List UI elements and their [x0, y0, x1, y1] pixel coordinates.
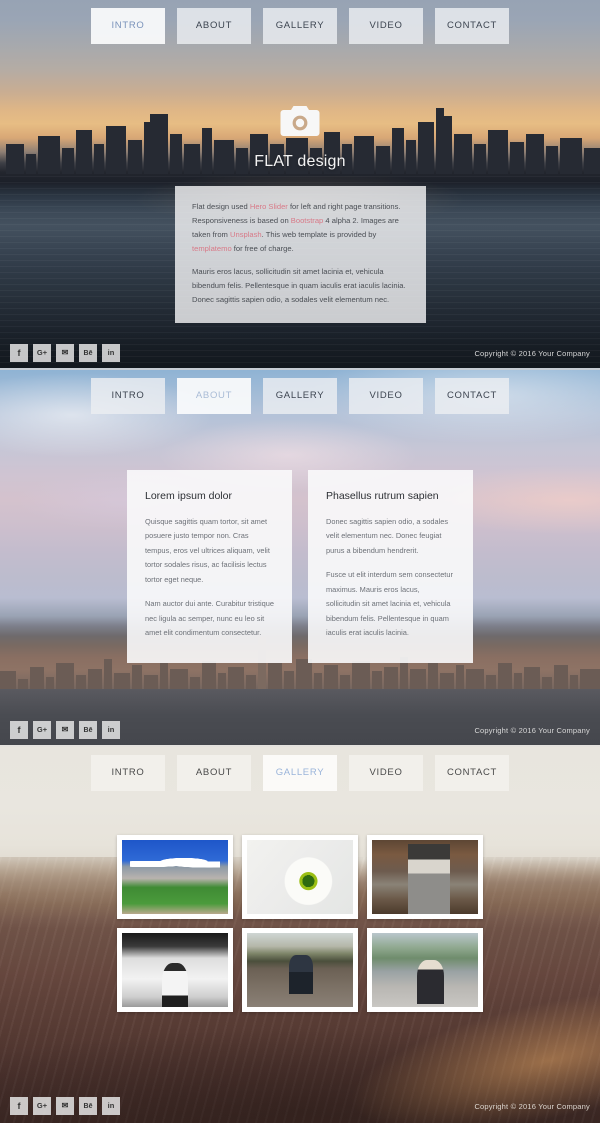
copyright-text: Copyright © 2016 Your Company [474, 1101, 590, 1111]
google-plus-icon[interactable]: G+ [33, 1097, 51, 1115]
nav-item-gallery[interactable]: GALLERY [263, 378, 337, 414]
footer-about: f G+ ✉ Bē in Copyright © 2016 Your Compa… [0, 713, 600, 747]
behance-icon[interactable]: Bē [79, 721, 97, 739]
social-links: f G+ ✉ Bē in [10, 721, 120, 739]
intro-text-4: . This web template is provided by [261, 230, 377, 240]
intro-paragraph-1: Flat design used Hero Slider for left an… [192, 200, 409, 256]
gallery-item-art-gallery[interactable] [117, 928, 233, 1012]
facebook-icon[interactable]: f [10, 721, 28, 739]
daisy-photo [247, 840, 353, 914]
navbar-gallery: INTRO ABOUT GALLERY VIDEO CONTACT [0, 755, 600, 791]
section-divider-2 [0, 745, 600, 747]
about-card-right: Phasellus rutrum sapien Donec sagittis s… [308, 470, 473, 663]
nav-item-contact[interactable]: CONTACT [435, 8, 509, 44]
section-about: INTRO ABOUT GALLERY VIDEO CONTACT Lorem … [0, 370, 600, 747]
section-intro: INTRO ABOUT GALLERY VIDEO CONTACT FLAT d… [0, 0, 600, 370]
card-paragraph-1: Donec sagittis sapien odio, a sodales ve… [326, 517, 449, 555]
social-links: f G+ ✉ Bē in [10, 1097, 120, 1115]
facebook-icon[interactable]: f [10, 1097, 28, 1115]
twitter-icon[interactable]: ✉ [56, 1097, 74, 1115]
twitter-icon[interactable]: ✉ [56, 721, 74, 739]
navbar-intro: INTRO ABOUT GALLERY VIDEO CONTACT [0, 8, 600, 44]
market-photo [372, 840, 478, 914]
card-title: Phasellus rutrum sapien [326, 490, 439, 502]
hero-content: FLAT design [0, 104, 600, 171]
google-plus-icon[interactable]: G+ [33, 721, 51, 739]
linkedin-icon[interactable]: in [102, 344, 120, 362]
bicycle-photo [247, 933, 353, 1007]
nav-item-intro[interactable]: INTRO [91, 755, 165, 791]
hero-title: FLAT design [254, 153, 346, 170]
card-paragraph-1: Quisque sagittis quam tortor, sit amet p… [145, 517, 270, 584]
camera-icon [279, 104, 321, 138]
nav-item-video[interactable]: VIDEO [349, 755, 423, 791]
behance-icon[interactable]: Bē [79, 344, 97, 362]
nav-item-about[interactable]: ABOUT [177, 755, 251, 791]
card-title: Lorem ipsum dolor [145, 490, 232, 502]
intro-text-panel: Flat design used Hero Slider for left an… [175, 186, 426, 324]
section-divider-1 [0, 368, 600, 370]
stadium-photo [122, 840, 228, 914]
behance-icon[interactable]: Bē [79, 1097, 97, 1115]
nav-item-video[interactable]: VIDEO [349, 8, 423, 44]
about-cards: Lorem ipsum dolor Quisque sagittis quam … [0, 470, 600, 663]
facebook-icon[interactable]: f [10, 344, 28, 362]
link-templatemo[interactable]: templatemo [192, 244, 232, 253]
link-hero-slider[interactable]: Hero Slider [250, 202, 288, 211]
navbar-about: INTRO ABOUT GALLERY VIDEO CONTACT [0, 378, 600, 414]
nav-item-contact[interactable]: CONTACT [435, 755, 509, 791]
intro-text-1: Flat design used [192, 202, 250, 211]
link-bootstrap[interactable]: Bootstrap [291, 216, 324, 225]
copyright-text: Copyright © 2016 Your Company [474, 725, 590, 735]
nav-item-about[interactable]: ABOUT [177, 8, 251, 44]
nav-item-gallery[interactable]: GALLERY [263, 8, 337, 44]
page: INTRO ABOUT GALLERY VIDEO CONTACT FLAT d… [0, 0, 600, 1123]
google-plus-icon[interactable]: G+ [33, 344, 51, 362]
footer-intro: f G+ ✉ Bē in Copyright © 2016 Your Compa… [0, 336, 600, 370]
card-paragraph-2: Nam auctor dui ante. Curabitur tristique… [145, 599, 274, 638]
street-photo [372, 933, 478, 1007]
social-links: f G+ ✉ Bē in [10, 344, 120, 362]
about-card-left: Lorem ipsum dolor Quisque sagittis quam … [127, 470, 292, 663]
gallery-item-market[interactable] [367, 835, 483, 919]
gallery-item-street[interactable] [367, 928, 483, 1012]
card-paragraph-2: Fusce ut elit interdum sem consectetur m… [326, 570, 453, 638]
gallery-item-stadium[interactable] [117, 835, 233, 919]
twitter-icon[interactable]: ✉ [56, 344, 74, 362]
nav-item-intro[interactable]: INTRO [91, 378, 165, 414]
gallery-grid [116, 835, 484, 1012]
linkedin-icon[interactable]: in [102, 721, 120, 739]
nav-item-about[interactable]: ABOUT [177, 378, 251, 414]
nav-item-contact[interactable]: CONTACT [435, 378, 509, 414]
intro-text-5: for free of charge. [231, 244, 294, 254]
linkedin-icon[interactable]: in [102, 1097, 120, 1115]
gallery-item-bicycle[interactable] [242, 928, 358, 1012]
nav-item-gallery[interactable]: GALLERY [263, 755, 337, 791]
footer-gallery: f G+ ✉ Bē in Copyright © 2016 Your Compa… [0, 1089, 600, 1123]
section-gallery: INTRO ABOUT GALLERY VIDEO CONTACT f G+ ✉… [0, 747, 600, 1123]
nav-item-intro[interactable]: INTRO [91, 8, 165, 44]
art-gallery-photo [122, 933, 228, 1007]
nav-item-video[interactable]: VIDEO [349, 378, 423, 414]
link-unsplash[interactable]: Unsplash [230, 230, 262, 239]
gallery-item-daisy[interactable] [242, 835, 358, 919]
intro-paragraph-2: Mauris eros lacus, sollicitudin sit amet… [192, 267, 406, 305]
copyright-text: Copyright © 2016 Your Company [474, 348, 590, 358]
